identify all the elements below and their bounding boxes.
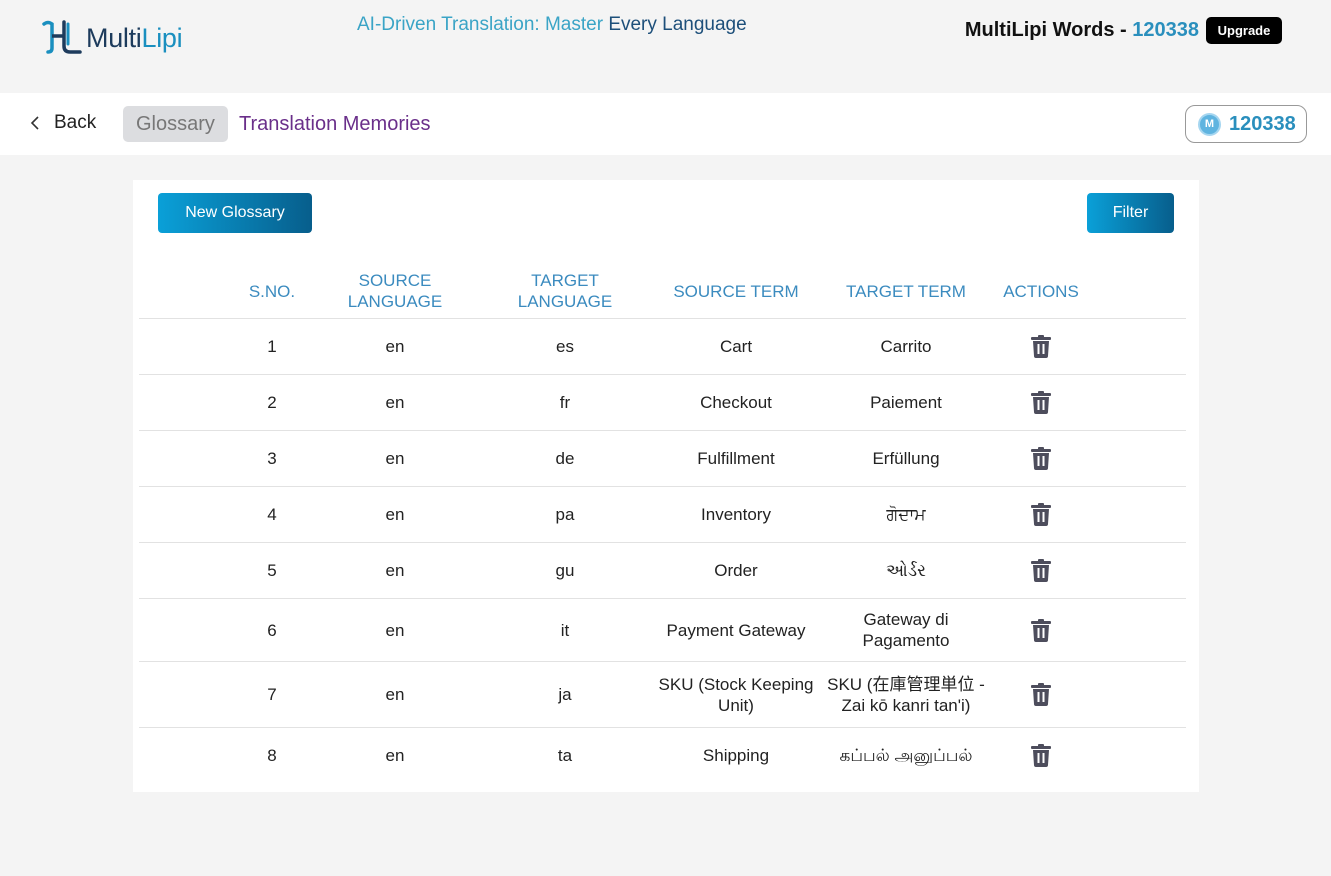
- upgrade-button[interactable]: Upgrade: [1206, 17, 1282, 44]
- cell-target-term: ਗੋਦਾਮ: [886, 505, 926, 524]
- glossary-card: New Glossary Filter S.NO. SOURCE LANGUAG…: [133, 180, 1199, 792]
- cell-actions: [991, 543, 1091, 598]
- delete-icon[interactable]: [1030, 683, 1052, 707]
- cell-target-term: Erfüllung: [872, 449, 940, 468]
- new-glossary-button[interactable]: New Glossary: [158, 193, 312, 233]
- table-row: 1 en es Cart Carrito: [139, 318, 1186, 374]
- cell-target-language: ta: [557, 746, 573, 765]
- cell-sno: 4: [267, 505, 277, 524]
- cell-source-term: Order: [714, 561, 758, 580]
- cell-target-language: pa: [555, 505, 575, 524]
- cell-target-language: it: [560, 620, 570, 640]
- table-row: 8 en ta Shipping கப்பல் அனுப்பல்: [139, 727, 1186, 783]
- table-row: 3 en de Fulfillment Erfüllung: [139, 430, 1186, 486]
- cell-actions: [991, 431, 1091, 486]
- cell-target-term: Paiement: [870, 393, 942, 412]
- coin-icon: M: [1198, 112, 1221, 136]
- cell-source-language: en: [385, 449, 405, 468]
- tagline: AI-Driven Translation: Master Every Lang…: [357, 14, 747, 35]
- table-row: 7 en ja SKU (Stock Keeping Unit) SKU (在庫…: [139, 661, 1186, 727]
- cell-source-language: en: [385, 561, 405, 580]
- table-row: 6 en it Payment Gateway Gateway di Pagam…: [139, 598, 1186, 661]
- delete-icon[interactable]: [1030, 618, 1052, 642]
- credits-value: 120338: [1229, 112, 1296, 135]
- word-balance-count: 120338: [1132, 19, 1199, 41]
- cell-target-language: de: [555, 449, 575, 468]
- cell-sno: 5: [267, 561, 277, 580]
- word-balance: MultiLipi Words - 120338: [965, 19, 1199, 42]
- cell-sno: 2: [267, 393, 277, 412]
- cell-target-term: Carrito: [880, 337, 932, 356]
- app-header: MultiLipi AI-Driven Translation: Master …: [0, 0, 1331, 93]
- cell-actions: [991, 487, 1091, 542]
- chevron-left-icon: [30, 116, 39, 130]
- column-header-target-term: TARGET TERM: [846, 281, 966, 301]
- multilipi-logo[interactable]: MultiLipi: [40, 18, 183, 58]
- delete-icon[interactable]: [1030, 335, 1052, 359]
- delete-icon[interactable]: [1030, 744, 1052, 768]
- sub-navigation: Back Glossary Translation Memories M 120…: [0, 93, 1331, 155]
- column-header-actions: ACTIONS: [1003, 281, 1079, 301]
- column-header-sno: S.NO.: [248, 281, 296, 301]
- word-balance-label: MultiLipi Words -: [964, 19, 1133, 41]
- cell-sno: 1: [267, 337, 277, 356]
- cell-source-language: en: [385, 337, 405, 356]
- delete-icon[interactable]: [1030, 503, 1052, 527]
- cell-source-term: Payment Gateway: [666, 620, 806, 640]
- cell-target-term: ઓર્ડર: [886, 561, 926, 580]
- column-header-target-language: TARGET LANGUAGE: [517, 271, 613, 311]
- cell-actions: [991, 662, 1091, 727]
- cell-target-language: gu: [555, 561, 575, 580]
- delete-icon[interactable]: [1030, 447, 1052, 471]
- cell-source-language: en: [385, 685, 405, 704]
- glossary-table-body: 1 en es Cart Carrito 2 en fr Checkout Pa…: [139, 318, 1186, 783]
- table-row: 5 en gu Order ઓર્ડર: [139, 542, 1186, 598]
- delete-icon[interactable]: [1030, 391, 1052, 415]
- table-header: S.NO. SOURCE LANGUAGE TARGET LANGUAGE SO…: [133, 264, 1199, 318]
- cell-actions: [991, 728, 1091, 783]
- cell-target-term: SKU (在庫管理単位 - Zai kō kanri tan'i): [827, 674, 985, 715]
- tab-glossary[interactable]: Glossary: [123, 106, 228, 142]
- cell-source-language: en: [385, 505, 405, 524]
- cell-source-term: Shipping: [702, 746, 770, 765]
- cell-sno: 6: [267, 620, 277, 640]
- cell-source-term: SKU (Stock Keeping Unit): [658, 674, 814, 715]
- tab-translation-memories[interactable]: Translation Memories: [226, 106, 444, 142]
- filter-button[interactable]: Filter: [1087, 193, 1174, 233]
- table-row: 4 en pa Inventory ਗੋਦਾਮ: [139, 486, 1186, 542]
- cell-sno: 8: [267, 746, 277, 765]
- column-header-source-term: SOURCE TERM: [673, 281, 799, 301]
- cell-source-term: Cart: [719, 337, 753, 356]
- delete-icon[interactable]: [1030, 559, 1052, 583]
- back-label: Back: [54, 112, 97, 133]
- cell-source-term: Checkout: [700, 393, 772, 412]
- table-row: 2 en fr Checkout Paiement: [139, 374, 1186, 430]
- multilipi-logo-icon: [42, 20, 82, 54]
- cell-source-language: en: [385, 746, 405, 765]
- cell-target-language: fr: [559, 393, 571, 412]
- cell-source-term: Inventory: [701, 505, 771, 524]
- cell-actions: [991, 375, 1091, 430]
- cell-target-language: ja: [558, 685, 572, 704]
- cell-sno: 3: [267, 449, 277, 468]
- cell-target-term: கப்பல் அனுப்பல்: [839, 746, 973, 765]
- column-header-source-language: SOURCE LANGUAGE: [347, 271, 443, 311]
- cell-target-term: Gateway di Pagamento: [862, 610, 950, 650]
- cell-source-term: Fulfillment: [697, 449, 775, 468]
- cell-target-language: es: [556, 337, 574, 356]
- back-button[interactable]: Back: [30, 112, 96, 134]
- cell-actions: [991, 319, 1091, 374]
- credits-badge[interactable]: M 120338: [1185, 105, 1307, 143]
- logo-text: MultiLipi: [86, 22, 183, 53]
- cell-source-language: en: [385, 393, 405, 412]
- cell-source-language: en: [385, 620, 405, 640]
- cell-actions: [991, 599, 1091, 661]
- cell-sno: 7: [267, 685, 277, 704]
